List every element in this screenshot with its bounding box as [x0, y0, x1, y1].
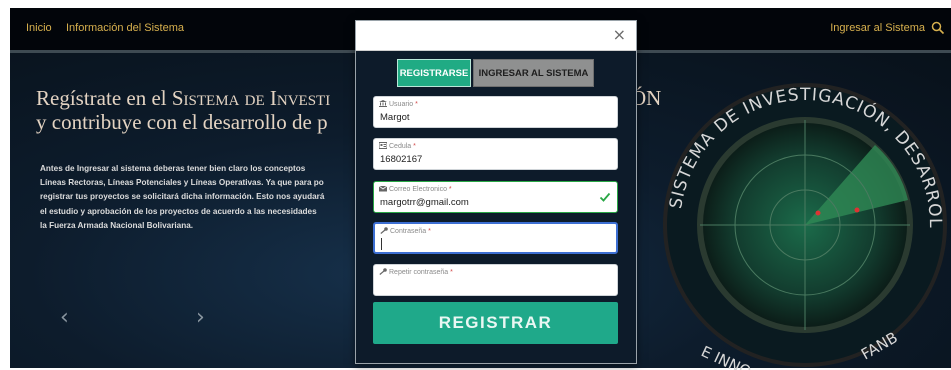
cedula-label: Cedula * — [379, 142, 416, 150]
cedula-value: 16802167 — [380, 154, 423, 165]
text-cursor — [381, 238, 382, 250]
cedula-field[interactable]: Cedula * 16802167 — [373, 138, 618, 170]
key-icon — [380, 227, 388, 234]
usuario-label: Usuario * — [379, 100, 418, 108]
key-icon — [379, 268, 387, 275]
correo-value: margotrr@gmail.com — [380, 197, 469, 208]
contrasena-label: Contraseña * — [380, 227, 431, 235]
repetir-contrasena-label: Repetir contraseña * — [379, 268, 453, 276]
usuario-value: Margot — [380, 112, 410, 123]
correo-label: Correo Electronico * — [379, 185, 452, 193]
tab-login[interactable]: INGRESAR AL SISTEMA — [473, 59, 594, 87]
register-modal: × REGISTRARSE INGRESAR AL SISTEMA Usuari… — [355, 20, 637, 364]
close-icon[interactable]: × — [613, 27, 626, 43]
bank-icon — [379, 100, 387, 107]
tab-register[interactable]: REGISTRARSE — [397, 59, 471, 87]
repetir-contrasena-field[interactable]: Repetir contraseña * — [373, 264, 618, 296]
id-card-icon — [379, 142, 387, 149]
check-icon — [599, 192, 611, 202]
contrasena-field[interactable]: Contraseña * — [373, 222, 618, 254]
modal-header: × — [356, 21, 636, 51]
envelope-icon — [379, 185, 387, 192]
usuario-field[interactable]: Usuario * Margot — [373, 96, 618, 128]
register-submit-button[interactable]: REGISTRAR — [373, 302, 618, 344]
correo-field[interactable]: Correo Electronico * margotrr@gmail.com — [373, 181, 618, 213]
